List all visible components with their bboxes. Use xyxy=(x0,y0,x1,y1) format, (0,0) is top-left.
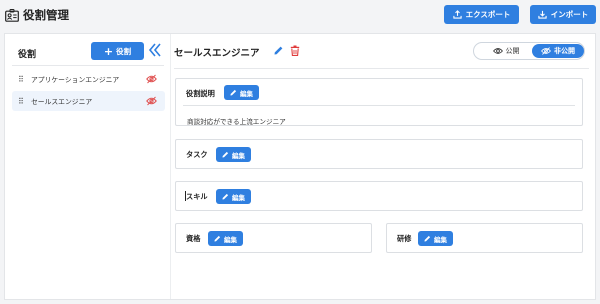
eye-off-icon[interactable] xyxy=(146,96,157,106)
edit-label: 編集 xyxy=(240,89,253,98)
role-title: セールスエンジニア xyxy=(174,48,260,59)
description-text: 商談対応ができる上流エンジニア xyxy=(187,118,286,126)
upload-icon xyxy=(452,10,462,19)
edit-role-name-icon[interactable] xyxy=(273,45,284,56)
panel-divider xyxy=(170,34,171,299)
edit-label: 編集 xyxy=(224,235,237,244)
section-tasks: タスク 編集 xyxy=(175,139,583,169)
public-label: 公開 xyxy=(505,47,520,55)
edit-skills-button[interactable]: 編集 xyxy=(216,189,251,204)
eye-icon xyxy=(492,48,503,54)
sidebar-item-application-engineer[interactable]: ⠿ アプリケーションエンジニア xyxy=(12,69,165,89)
download-icon xyxy=(538,10,547,19)
private-label: 非公開 xyxy=(554,47,575,55)
sidebar-item-label: アプリケーションエンジニア xyxy=(31,76,120,84)
import-button[interactable]: インポート xyxy=(530,5,596,24)
collapse-sidebar-icon[interactable] xyxy=(148,42,162,58)
drag-handle-icon[interactable]: ⠿ xyxy=(18,97,28,106)
section-qualifications: 資格 編集 xyxy=(175,223,372,253)
plus-icon: + xyxy=(103,44,114,58)
edit-qualifications-button[interactable]: 編集 xyxy=(208,231,243,246)
private-option[interactable]: 非公開 xyxy=(532,44,584,58)
edit-label: 編集 xyxy=(232,193,245,202)
pencil-icon xyxy=(424,235,431,242)
pencil-icon xyxy=(214,235,221,242)
eye-off-icon[interactable] xyxy=(146,74,157,84)
export-label: エクスポート xyxy=(465,10,511,19)
edit-description-button[interactable]: 編集 xyxy=(224,85,259,100)
section-description: 役割説明 編集 商談対応ができる上流エンジニア xyxy=(175,78,583,126)
public-option[interactable]: 公開 xyxy=(486,44,526,58)
section-training: 研修 編集 xyxy=(386,223,583,253)
section-title: 研修 xyxy=(397,234,412,243)
visibility-toggle[interactable]: 公開 非公開 xyxy=(473,42,585,60)
section-skills: スキル 編集 xyxy=(175,181,583,211)
main-divider xyxy=(174,68,589,69)
edit-training-button[interactable]: 編集 xyxy=(418,231,453,246)
sidebar-item-sales-engineer[interactable]: ⠿ セールスエンジニア xyxy=(12,91,165,111)
pencil-icon xyxy=(222,151,229,158)
delete-role-icon[interactable] xyxy=(290,45,300,56)
section-title: スキル xyxy=(186,192,208,201)
section-divider xyxy=(183,105,575,106)
pencil-icon xyxy=(222,193,229,200)
add-role-label: 役割 xyxy=(116,46,132,56)
drag-handle-icon[interactable]: ⠿ xyxy=(18,75,28,84)
section-title: 役割説明 xyxy=(186,89,215,98)
edit-tasks-button[interactable]: 編集 xyxy=(216,147,251,162)
app-title: 役割管理 xyxy=(5,7,69,23)
role-management-card: 役割 + 役割 ⠿ アプリケーションエンジニア ⠿ セールスエンジニア セールス… xyxy=(4,33,596,300)
section-title: 資格 xyxy=(186,234,201,243)
section-title: タスク xyxy=(186,150,208,159)
app-header: 役割管理 エクスポート インポート xyxy=(0,0,600,32)
add-role-button[interactable]: + 役割 xyxy=(91,42,144,60)
pencil-icon xyxy=(230,89,237,96)
sidebar-title: 役割 xyxy=(18,50,37,60)
import-label: インポート xyxy=(550,10,589,19)
export-button[interactable]: エクスポート xyxy=(444,5,519,24)
sidebar-item-label: セールスエンジニア xyxy=(31,98,93,106)
eye-off-icon xyxy=(541,47,551,55)
id-card-icon xyxy=(5,8,19,22)
sidebar-divider xyxy=(12,65,164,66)
edit-label: 編集 xyxy=(232,151,245,160)
edit-label: 編集 xyxy=(434,235,447,244)
page-title: 役割管理 xyxy=(23,8,69,22)
